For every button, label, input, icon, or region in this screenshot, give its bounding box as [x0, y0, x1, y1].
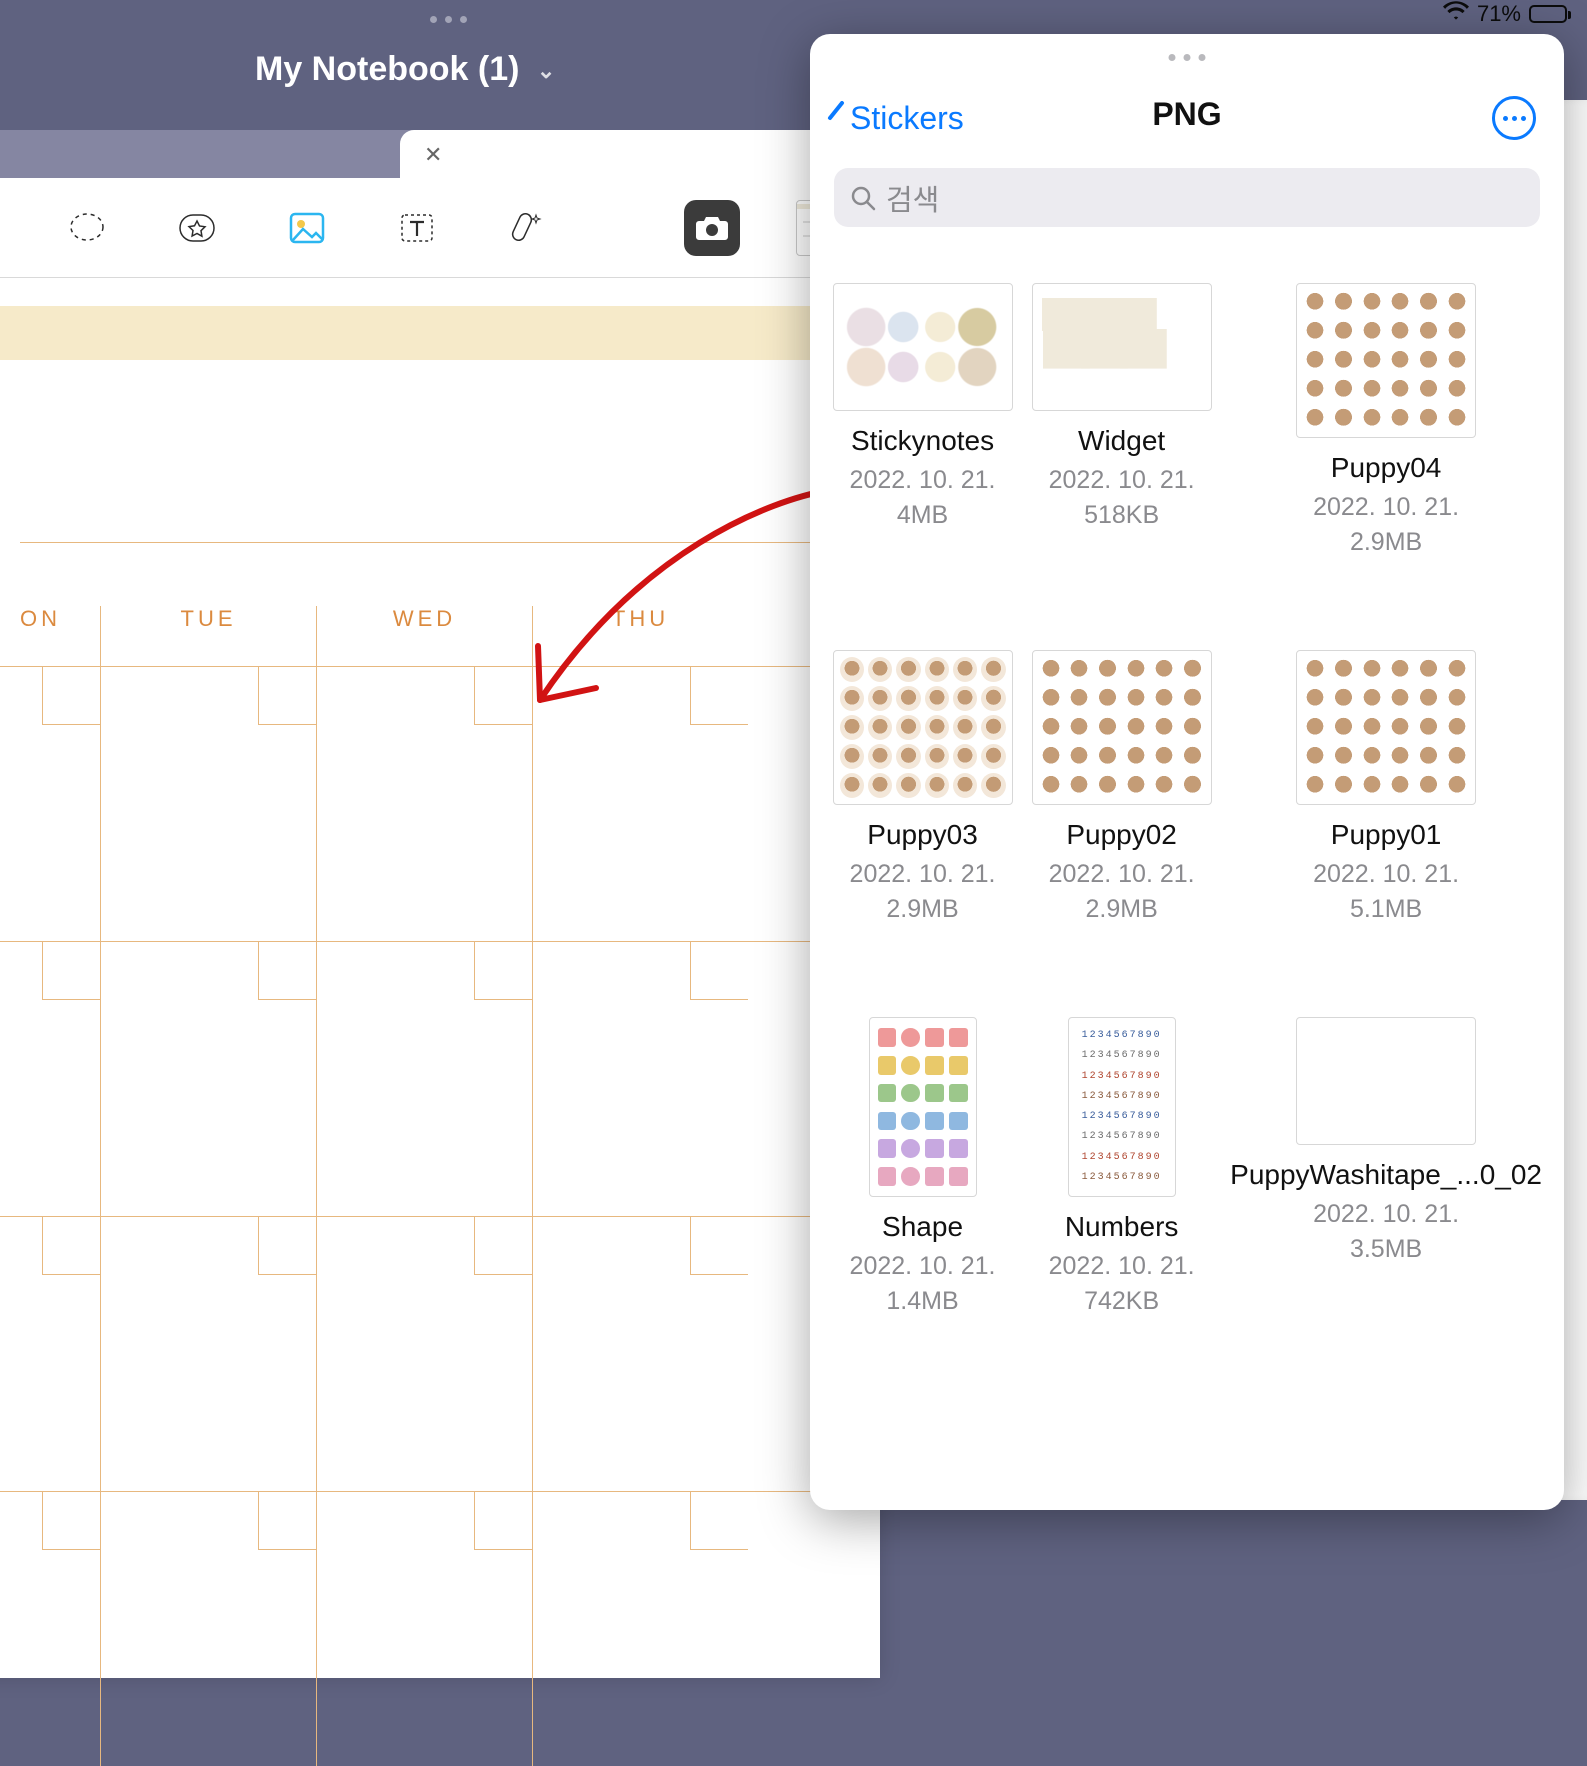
search-icon	[850, 185, 876, 211]
back-button[interactable]: Stickers	[824, 100, 964, 137]
calendar-header-cell: TUE	[100, 606, 316, 666]
search-placeholder: 검색	[886, 177, 939, 219]
file-name: Puppy02	[1027, 819, 1216, 851]
file-date: 2022. 10. 21.	[1226, 490, 1546, 525]
file-size: 2.9MB	[1226, 525, 1546, 560]
calendar-week-row	[0, 1216, 880, 1491]
files-popover: Stickers PNG 검색 Stickynotes2022. 10. 21.…	[810, 34, 1564, 1510]
page-header-band	[0, 306, 880, 360]
notebook-title: My Notebook (1)	[255, 50, 519, 88]
file-size: 518KB	[1027, 498, 1216, 533]
file-item[interactable]: Widget 2022. 10. 21.518KB	[1027, 283, 1216, 560]
chevron-left-icon	[824, 101, 848, 135]
popover-header: Stickers	[810, 34, 1564, 140]
file-date: 2022. 10. 21.	[828, 463, 1017, 498]
file-thumbnail[interactable]	[833, 650, 1013, 805]
notebook-page[interactable]: ON TUE WED THU	[0, 278, 880, 1678]
file-thumbnail[interactable]	[1032, 283, 1212, 411]
file-item[interactable]: PuppyWashitape_...0_02 2022. 10. 21.3.5MB	[1226, 1017, 1546, 1319]
dropdown-chevron-icon[interactable]: ⌄	[537, 58, 555, 83]
file-item[interactable]: 1234567890123456789012345678901234567890…	[1027, 1017, 1216, 1319]
file-name: Stickynotes	[828, 425, 1017, 457]
file-date: 2022. 10. 21.	[828, 1249, 1017, 1284]
file-size: 742KB	[1027, 1284, 1216, 1319]
favorites-tool[interactable]	[170, 201, 224, 255]
calendar-header-row: ON TUE WED THU	[0, 606, 880, 666]
status-bar: 71%	[1443, 0, 1587, 28]
search-input[interactable]: 검색	[834, 168, 1540, 227]
file-size: 2.9MB	[1027, 892, 1216, 927]
file-name: Puppy01	[1226, 819, 1546, 851]
file-date: 2022. 10. 21.	[1226, 1197, 1546, 1232]
calendar-week-row	[0, 1491, 880, 1766]
file-item[interactable]: Puppy03 2022. 10. 21.2.9MB	[828, 650, 1017, 927]
sticker-wand-tool[interactable]	[500, 201, 554, 255]
lasso-tool[interactable]	[60, 201, 114, 255]
calendar-grid: ON TUE WED THU	[0, 606, 880, 1766]
image-tool[interactable]	[280, 201, 334, 255]
file-thumbnail[interactable]	[869, 1017, 977, 1197]
text-tool[interactable]	[390, 201, 444, 255]
calendar-week-row	[0, 941, 880, 1216]
file-item[interactable]: Shape 2022. 10. 21.1.4MB	[828, 1017, 1017, 1319]
calendar-week-row	[0, 666, 880, 941]
file-size: 3.5MB	[1226, 1232, 1546, 1267]
file-date: 2022. 10. 21.	[1027, 463, 1216, 498]
calendar-divider	[20, 542, 850, 543]
file-thumbnail[interactable]	[833, 283, 1013, 411]
camera-insert-button[interactable]	[684, 200, 740, 256]
file-date: 2022. 10. 21.	[1226, 857, 1546, 892]
calendar-header-cell: ON	[0, 606, 100, 666]
file-name: Shape	[828, 1211, 1017, 1243]
close-tab-icon[interactable]: ✕	[424, 142, 442, 168]
file-date: 2022. 10. 21.	[1027, 857, 1216, 892]
file-grid: Stickynotes2022. 10. 21.4MBWidget2022. 1…	[810, 283, 1564, 1319]
calendar-header-cell: THU	[532, 606, 748, 666]
file-thumbnail[interactable]	[1296, 1017, 1476, 1145]
file-size: 4MB	[828, 498, 1017, 533]
file-thumbnail[interactable]	[1296, 283, 1476, 438]
multitasking-dots-icon[interactable]	[430, 16, 467, 23]
file-name: Widget	[1027, 425, 1216, 457]
popover-multitask-dots-icon[interactable]	[1169, 54, 1206, 61]
file-name: PuppyWashitape_...0_02	[1226, 1159, 1546, 1191]
file-item[interactable]: Puppy02 2022. 10. 21.2.9MB	[1027, 650, 1216, 927]
back-label: Stickers	[850, 100, 964, 137]
file-name: Puppy04	[1226, 452, 1546, 484]
calendar-header-cell: WED	[316, 606, 532, 666]
file-thumbnail[interactable]	[1296, 650, 1476, 805]
active-document-tab[interactable]: ✕	[400, 130, 830, 178]
file-name: Puppy03	[828, 819, 1017, 851]
file-date: 2022. 10. 21.	[828, 857, 1017, 892]
file-size: 5.1MB	[1226, 892, 1546, 927]
more-options-button[interactable]	[1492, 96, 1536, 140]
file-size: 1.4MB	[828, 1284, 1017, 1319]
file-size: 2.9MB	[828, 892, 1017, 927]
battery-pct-label: 71%	[1477, 1, 1521, 27]
file-thumbnail[interactable]	[1032, 650, 1212, 805]
file-item[interactable]: Puppy04 2022. 10. 21.2.9MB	[1226, 283, 1546, 560]
battery-icon	[1529, 5, 1567, 23]
file-thumbnail[interactable]: 1234567890123456789012345678901234567890…	[1068, 1017, 1176, 1197]
file-item[interactable]: Stickynotes 2022. 10. 21.4MB	[828, 283, 1017, 560]
file-item[interactable]: Puppy01 2022. 10. 21.5.1MB	[1226, 650, 1546, 927]
wifi-icon	[1443, 1, 1469, 27]
file-name: Numbers	[1027, 1211, 1216, 1243]
file-date: 2022. 10. 21.	[1027, 1249, 1216, 1284]
